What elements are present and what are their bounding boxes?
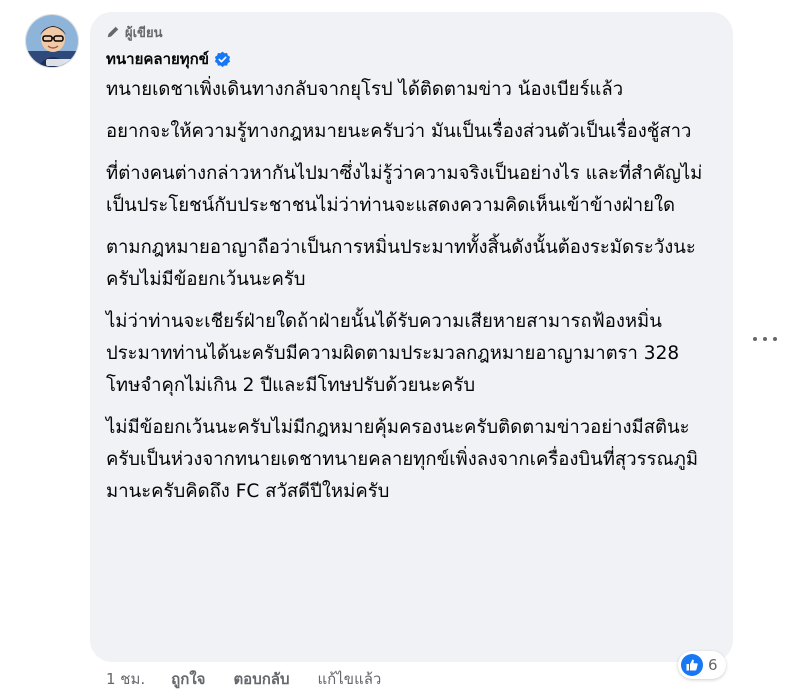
- author-badge-label: ผู้เขียน: [125, 25, 163, 41]
- reactions-summary[interactable]: 6: [678, 651, 726, 679]
- edited-label[interactable]: แก้ไขแล้ว: [318, 667, 382, 690]
- more-dot: [763, 337, 767, 341]
- author-name[interactable]: ทนายคลายทุกข์: [106, 47, 209, 71]
- author-badge: ผู้เขียน: [106, 22, 717, 42]
- comment-paragraph: ไม่ว่าท่านจะเชียร์ฝ่ายใดถ้าฝ่ายนั้นได้รั…: [106, 311, 680, 396]
- comment-body: ทนายเดชาเพิ่งเดินทางกลับจากยุโรป ได้ติดต…: [106, 74, 717, 508]
- comment-timestamp[interactable]: 1 ชม.: [106, 667, 145, 690]
- comment-paragraph: ที่ต่างคนต่างกล่าวหากันไปมาซึ่งไม่รู้ว่า…: [106, 163, 703, 216]
- verified-badge-icon: [214, 51, 231, 67]
- more-options-icon[interactable]: [753, 331, 777, 347]
- comment-actions: 1 ชม. ถูกใจ ตอบกลับ แก้ไขแล้ว: [106, 668, 381, 690]
- more-dot: [753, 337, 757, 341]
- pencil-icon: [107, 26, 119, 38]
- author-avatar[interactable]: [25, 14, 79, 68]
- reply-button[interactable]: ตอบกลับ: [233, 667, 289, 690]
- comment-paragraph: ไม่มีข้อยกเว้นนะครับไม่มีกฎหมายคุ้มครองน…: [106, 417, 699, 502]
- comment-bubble: ผู้เขียน ทนายคลายทุกข์ ทนายเดชาเพิ่งเดิน…: [90, 12, 733, 662]
- more-dot: [773, 337, 777, 341]
- comment-paragraph: ตามกฎหมายอาญาถือว่าเป็นการหมิ่นประมาททั้…: [106, 237, 696, 290]
- like-button[interactable]: ถูกใจ: [171, 667, 205, 690]
- comment-paragraph: ทนายเดชาเพิ่งเดินทางกลับจากยุโรป ได้ติดต…: [106, 79, 624, 100]
- comment-container: ผู้เขียน ทนายคลายทุกข์ ทนายเดชาเพิ่งเดิน…: [0, 0, 800, 690]
- reaction-count: 6: [708, 656, 718, 674]
- like-icon: [681, 654, 703, 676]
- comment-paragraph: อยากจะให้ความรู้ทางกฎหมายนะครับว่า มันเป…: [106, 121, 692, 142]
- author-row: ทนายคลายทุกข์: [106, 46, 717, 72]
- avatar-image: [26, 15, 78, 67]
